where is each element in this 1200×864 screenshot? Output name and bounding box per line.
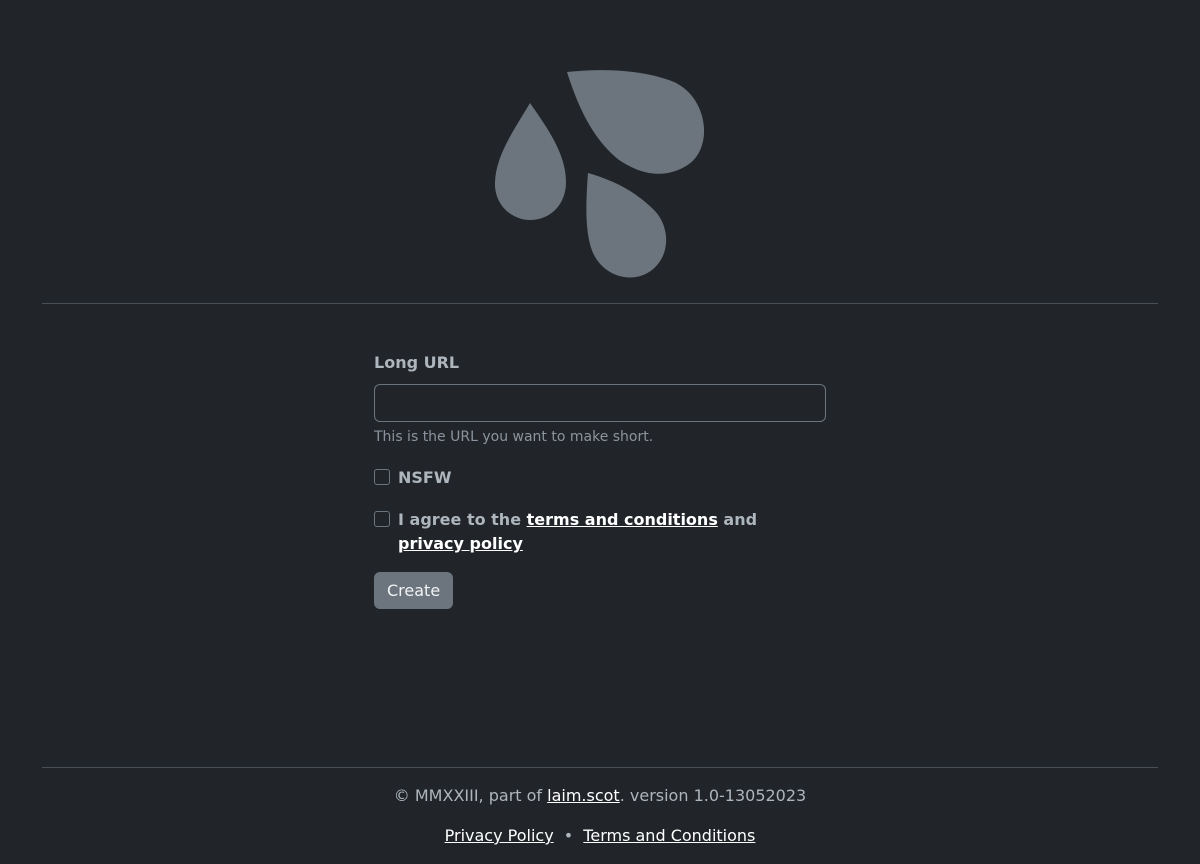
header-divider — [42, 303, 1158, 304]
nsfw-row: NSFW — [374, 466, 826, 490]
terms-link[interactable]: terms and conditions — [527, 510, 718, 529]
footer-links: Privacy Policy • Terms and Conditions — [0, 825, 1200, 847]
shorten-form: Long URL This is the URL you want to mak… — [374, 352, 826, 609]
water-drops-icon — [494, 70, 705, 278]
footer-terms-link[interactable]: Terms and Conditions — [583, 826, 755, 845]
agree-label[interactable]: I agree to the terms and conditions and … — [398, 508, 778, 556]
version-text: . version 1.0-13052023 — [619, 786, 807, 805]
agree-prefix: I agree to the — [398, 510, 522, 529]
long-url-help: This is the URL you want to make short. — [374, 429, 654, 445]
long-url-label: Long URL — [374, 353, 460, 372]
agree-row: I agree to the terms and conditions and … — [374, 508, 826, 556]
bottom-drop — [586, 173, 667, 278]
page: Long URL This is the URL you want to mak… — [0, 0, 1200, 864]
footer-separator: • — [563, 826, 574, 845]
nsfw-checkbox[interactable] — [374, 469, 390, 485]
long-url-input[interactable] — [374, 384, 826, 422]
site-link[interactable]: laim.scot — [547, 786, 620, 805]
agree-checkbox[interactable] — [374, 511, 390, 527]
footer-copyright: © MMXXIII, part of laim.scot. version 1.… — [0, 785, 1200, 807]
footer-divider — [42, 767, 1158, 768]
nsfw-label[interactable]: NSFW — [398, 466, 452, 490]
left-drop — [494, 103, 566, 220]
footer-privacy-link[interactable]: Privacy Policy — [445, 826, 554, 845]
privacy-link[interactable]: privacy policy — [398, 534, 523, 553]
agree-middle: and — [723, 510, 758, 529]
copyright-prefix: © MMXXIII, part of — [393, 786, 543, 805]
large-drop — [567, 70, 705, 174]
create-button[interactable]: Create — [374, 572, 454, 609]
